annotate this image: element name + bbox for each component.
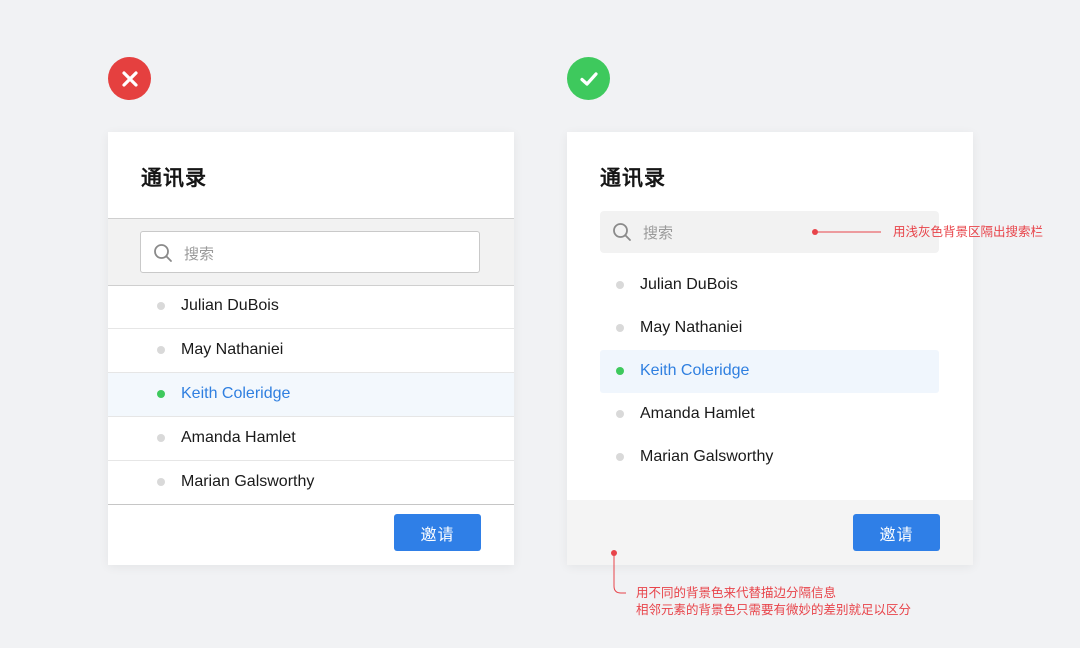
search-input[interactable]: 搜索 [140, 231, 480, 273]
status-dot [157, 302, 165, 310]
contact-list: Julian DuBois May Nathaniei Keith Coleri… [600, 264, 939, 479]
list-item[interactable]: Julian DuBois [108, 285, 514, 329]
status-dot [157, 390, 165, 398]
status-dot [157, 478, 165, 486]
status-dot [616, 453, 624, 461]
status-dot [616, 367, 624, 375]
search-placeholder: 搜索 [184, 246, 215, 263]
contact-name: Keith Coleridge [181, 385, 291, 402]
invite-button[interactable]: 邀请 [853, 514, 940, 551]
status-dot [616, 410, 624, 418]
contact-name: May Nathaniei [181, 341, 284, 358]
page-title: 通讯录 [141, 167, 207, 190]
list-item-selected[interactable]: Keith Coleridge [600, 350, 939, 393]
invite-button[interactable]: 邀请 [394, 514, 481, 551]
contact-name: May Nathaniei [640, 319, 743, 336]
status-dot [157, 346, 165, 354]
contacts-card-good: 通讯录 搜索 Julian DuBois May Nathaniei Keith… [567, 132, 973, 565]
good-example-badge [567, 57, 610, 100]
status-dot [157, 434, 165, 442]
status-dot [616, 281, 624, 289]
list-item[interactable]: May Nathaniei [600, 307, 939, 350]
contact-name: Keith Coleridge [640, 362, 750, 379]
card-footer: 邀请 [567, 500, 973, 565]
list-item-selected[interactable]: Keith Coleridge [108, 373, 514, 417]
list-item[interactable]: Julian DuBois [600, 264, 939, 307]
list-item[interactable]: Marian Galsworthy [600, 436, 939, 479]
status-dot [616, 324, 624, 332]
contact-name: Marian Galsworthy [640, 448, 774, 465]
search-input[interactable]: 搜索 [600, 211, 939, 253]
contact-list: Julian DuBois May Nathaniei Keith Coleri… [108, 285, 514, 505]
list-item[interactable]: Marian Galsworthy [108, 461, 514, 505]
search-band: 搜索 [108, 218, 514, 286]
contact-name: Amanda Hamlet [181, 429, 296, 446]
list-item[interactable]: May Nathaniei [108, 329, 514, 373]
contact-name: Marian Galsworthy [181, 473, 315, 490]
contact-name: Amanda Hamlet [640, 405, 755, 422]
annotation-background: 用不同的背景色来代替描边分隔信息 相邻元素的背景色只需要有微妙的差别就足以区分 [636, 585, 911, 619]
page-title: 通讯录 [600, 167, 666, 190]
list-item[interactable]: Amanda Hamlet [108, 417, 514, 461]
search-icon [153, 243, 173, 263]
annotation-line-1: 用不同的背景色来代替描边分隔信息 [636, 586, 837, 600]
annotation-search: 用浅灰色背景区隔出搜索栏 [893, 225, 1044, 239]
close-icon [121, 70, 138, 87]
list-item[interactable]: Amanda Hamlet [600, 393, 939, 436]
bad-example-badge [108, 57, 151, 100]
check-icon [579, 71, 598, 86]
search-placeholder: 搜索 [643, 225, 674, 242]
annotation-line-2: 相邻元素的背景色只需要有微妙的差别就足以区分 [636, 603, 912, 617]
contact-name: Julian DuBois [181, 297, 279, 314]
search-icon [612, 222, 632, 242]
contact-name: Julian DuBois [640, 276, 738, 293]
contacts-card-bad: 通讯录 搜索 Julian DuBois May Nathaniei Keith… [108, 132, 514, 565]
